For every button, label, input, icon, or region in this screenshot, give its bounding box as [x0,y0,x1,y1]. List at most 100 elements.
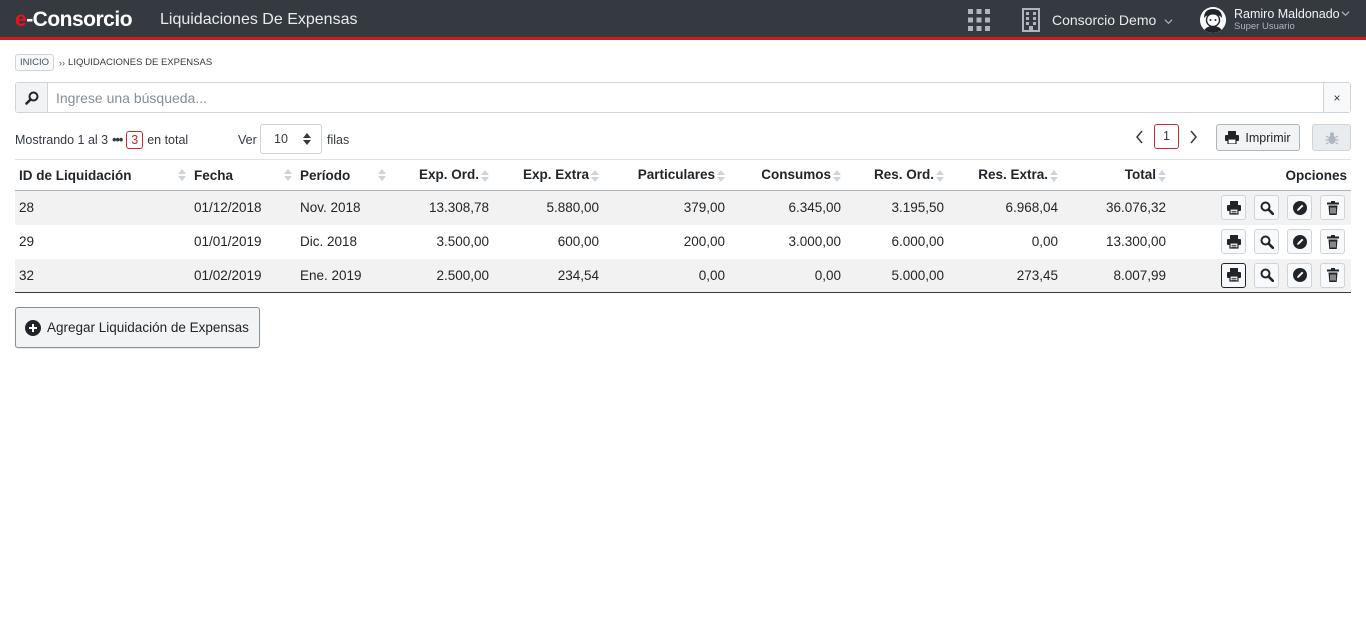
view-row-button[interactable] [1254,262,1279,288]
col-header-label: Consumos [761,167,831,183]
col-header-exp-extra[interactable]: Exp. Extra [493,159,603,191]
table-cell: 234,54 [493,258,603,293]
col-header-label: Particulares [637,167,715,183]
col-header-res-extra[interactable]: Res. Extra. [948,159,1062,191]
col-header-exp-ord[interactable]: Exp. Ord. [389,159,493,191]
brand-suffix: -Consorcio [26,8,133,31]
breadcrumb-current: LIQUIDACIONES DE EXPENSAS [68,57,213,68]
chevron-left-icon[interactable] [1133,128,1147,146]
col-header-fecha[interactable]: Fecha [190,159,296,191]
col-header-label: Opciones [1285,167,1347,183]
table-cell: 6.968,04 [948,190,1062,225]
total-badge: 3 [126,131,144,149]
table-cell: 32 [15,258,190,293]
trash-icon [1326,234,1339,249]
chevron-down-icon [1164,19,1173,24]
search-button[interactable] [16,83,48,112]
col-header-opciones: Opciones [1170,159,1351,191]
search-input[interactable] [48,83,1323,112]
printer-icon [1226,200,1241,215]
table-cell: Nov. 2018 [296,190,389,225]
delete-row-button[interactable] [1320,195,1345,221]
magnifier-icon [1260,201,1274,215]
sort-icon [1050,169,1058,182]
sort-icon [936,169,944,182]
table-cell: 3.195,50 [845,190,948,225]
pencil-icon [1292,234,1307,249]
delete-row-button[interactable] [1320,229,1345,254]
print-row-button[interactable] [1221,262,1246,288]
edit-row-button[interactable] [1287,229,1312,254]
chevron-down-icon[interactable] [1341,9,1350,18]
table-cell: 13.300,00 [1105,234,1166,249]
pencil-icon [1292,268,1307,283]
table-cell: 5.000,00 [845,258,948,293]
col-header-total[interactable]: Total [1062,159,1170,191]
trash-icon [1326,268,1339,283]
table-cell: 3.500,00 [436,234,489,249]
print-label: Imprimir [1245,130,1291,145]
ver-label: Ver [238,133,257,147]
breadcrumb-home[interactable]: INICIO [15,54,55,71]
col-header-res-ord[interactable]: Res. Ord. [845,159,948,191]
pagination-current-page[interactable]: 1 [1154,124,1179,149]
edit-row-button[interactable] [1287,195,1312,221]
magnifier-icon [1260,268,1274,283]
col-header-label: Exp. Extra [522,167,589,183]
chevron-right-icon[interactable] [1186,128,1200,146]
col-header-particulares[interactable]: Particulares [603,159,729,191]
print-button[interactable]: Imprimir [1216,124,1300,151]
apps-grid-icon[interactable] [968,9,990,31]
clear-search-button[interactable]: × [1323,83,1350,112]
table-cell: 01/02/2019 [190,258,296,293]
col-header-consumos[interactable]: Consumos [729,159,845,191]
consorcio-selector[interactable]: Consorcio Demo [1052,12,1173,28]
view-row-button[interactable] [1254,195,1279,221]
search-icon [24,91,38,105]
view-row-button[interactable] [1254,229,1279,254]
row-options-cell [1170,190,1351,225]
table-cell: 0,00 [1031,234,1058,249]
avatar[interactable] [1200,7,1226,33]
delete-row-button[interactable] [1320,262,1345,288]
sort-icon [178,169,186,181]
sort-icon [591,169,599,182]
table-cell: 01/12/2018 [190,190,296,225]
brand-logo[interactable]: e-Consorcio [15,8,133,32]
sort-icon [833,169,841,182]
add-liquidacion-button[interactable]: Agregar Liquidación de Expensas [15,307,260,348]
sort-icon [717,169,725,182]
table-cell: Ene. 2019 [296,258,389,293]
print-row-button[interactable] [1221,229,1246,254]
col-header-label: Res. Ord. [873,167,934,183]
user-name[interactable]: Ramiro Maldonado [1234,7,1340,21]
trash-icon [1326,200,1339,215]
col-header-label: Fecha [194,167,234,183]
table-cell: Dic. 2018 [300,234,358,249]
table-cell: 6.345,00 [729,190,845,225]
col-header-label: Total [1124,167,1156,183]
ellipsis-dots: ••• [112,133,123,147]
bug-icon [1325,131,1338,145]
sort-icon [378,169,386,181]
table-cell: 3.000,00 [788,234,841,249]
print-row-button[interactable] [1221,195,1246,221]
table-cell: 5.880,00 [493,190,603,225]
liquidaciones-table: ID de Liquidación Fecha Período Exp. Ord… [15,159,1351,293]
table-cell: 2.500,00 [389,258,493,293]
results-summary: Mostrando 1 al 3 ••• 3 en total [15,131,188,149]
table-row: 29 01/01/2019 Dic. 2018 3.500,00 600,00 200,0… [15,225,1351,259]
col-header-periodo[interactable]: Período [296,159,389,191]
table-cell: 6.000,00 [891,234,944,249]
debug-button[interactable] [1312,124,1351,151]
total-suffix: en total [147,133,189,147]
edit-row-button[interactable] [1287,262,1312,288]
col-header-id[interactable]: ID de Liquidación [15,159,190,191]
rows-per-page-select[interactable]: 10 [260,124,322,154]
printer-icon [1225,131,1240,144]
add-liquidacion-label: Agregar Liquidación de Expensas [47,320,249,335]
breadcrumb-separator: ›› [59,57,66,68]
filas-label: filas [327,133,350,147]
user-role: Super Usuario [1234,21,1295,32]
table-cell: 13.308,78 [389,190,493,225]
